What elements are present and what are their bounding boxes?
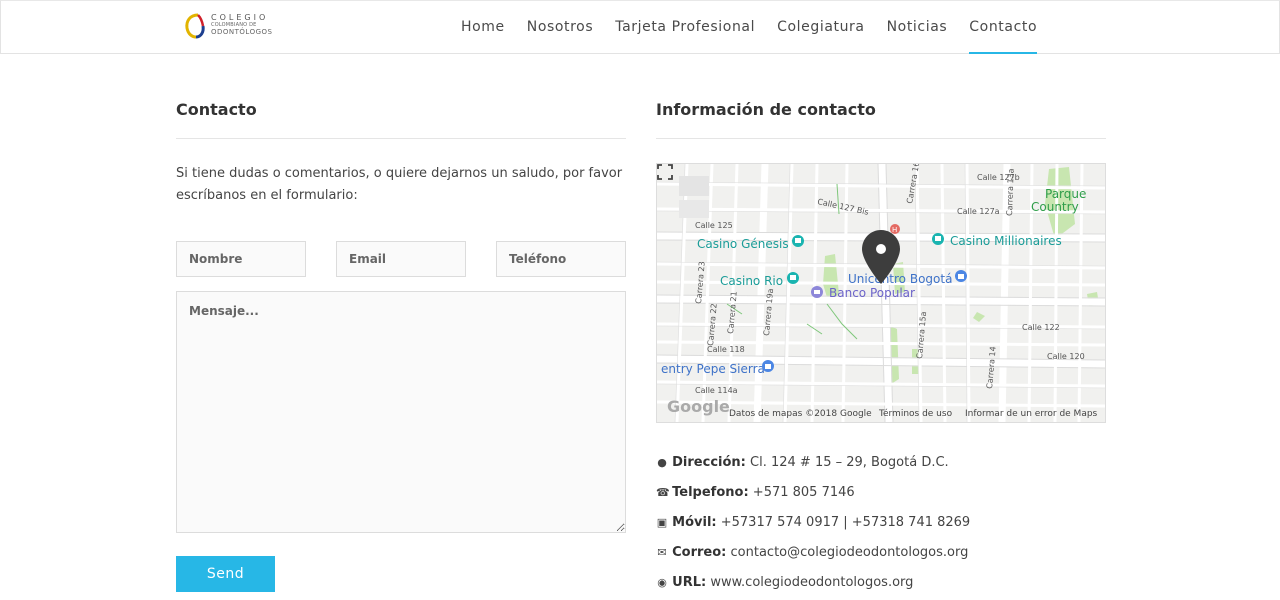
main-nav: Home Nosotros Tarjeta Profesional Colegi… — [461, 1, 1059, 55]
street-label: Calle 125 — [695, 221, 733, 230]
phone-label: Telpefono: — [672, 485, 749, 500]
url-label: URL: — [672, 575, 707, 590]
poi-label: Casino Rio — [720, 274, 783, 288]
mobile-value: +57317 574 0917 | +57318 741 8269 — [720, 515, 971, 530]
map-building — [679, 200, 709, 218]
email-row: ✉ Correo: contacto@colegiodeodontologos.… — [656, 545, 968, 560]
poi-casino-millionaires[interactable]: Casino Millionaires — [932, 233, 1062, 248]
phone-value: +571 805 7146 — [752, 485, 855, 500]
map-footer: Datos de mapas ©2018 Google Términos de … — [657, 406, 1105, 422]
street-label: Calle 122 — [1022, 323, 1060, 332]
map-marker-icon: ● — [657, 456, 667, 469]
info-heading: Información de contacto — [656, 100, 876, 119]
map-building — [679, 176, 709, 196]
site-header: COLEGIO COLOMBIANO DE ODONTÓLOGOS Home N… — [0, 0, 1280, 54]
map-terms-link[interactable]: Términos de uso — [879, 409, 952, 419]
mobile-row: ▣ Móvil: +57317 574 0917 | +57318 741 82… — [656, 515, 970, 530]
url-value[interactable]: www.colegiodeodontologos.org — [710, 575, 913, 590]
nav-colegiatura[interactable]: Colegiatura — [777, 1, 865, 54]
logo-line-3: ODONTÓLOGOS — [211, 28, 273, 36]
poi-label: Casino Génesis — [697, 237, 789, 251]
email-label: Correo: — [672, 545, 727, 560]
street-label: Calle 127a — [957, 207, 1000, 216]
address-value: Cl. 124 # 15 – 29, Bogotá D.C. — [750, 455, 949, 470]
poi-label: Casino Millionaires — [950, 234, 1062, 248]
logo-text: COLEGIO COLOMBIANO DE ODONTÓLOGOS — [211, 13, 286, 36]
poi-pepe-sierra[interactable]: entry Pepe Sierra — [661, 360, 774, 376]
fullscreen-icon[interactable] — [657, 164, 673, 180]
phone-row: ☎ Telpefono: +571 805 7146 — [656, 485, 855, 500]
contact-intro: Si tiene dudas o comentarios, o quiere d… — [176, 166, 623, 203]
poi-label: entry Pepe Sierra — [661, 362, 765, 376]
nav-noticias[interactable]: Noticias — [887, 1, 948, 54]
mobile-icon: ▣ — [656, 516, 668, 529]
phone-input[interactable] — [496, 241, 626, 277]
poi-unicentro[interactable]: Unicentro Bogotá — [848, 270, 967, 286]
logo-line-1: COLEGIO — [211, 13, 269, 22]
poi-hospital[interactable]: H — [890, 224, 900, 234]
address-row: ● Dirección: Cl. 124 # 15 – 29, Bogotá D… — [656, 455, 949, 470]
url-row: ◉ URL: www.colegiodeodontologos.org — [656, 575, 913, 590]
nav-nosotros[interactable]: Nosotros — [527, 1, 594, 54]
site-logo[interactable]: COLEGIO COLOMBIANO DE ODONTÓLOGOS — [184, 11, 284, 41]
email-value[interactable]: contacto@colegiodeodontologos.org — [731, 545, 969, 560]
logo-mark-icon — [185, 13, 205, 39]
svg-text:H: H — [892, 226, 897, 234]
location-map[interactable]: Casino Génesis Casino Rio Casino Million… — [656, 163, 1106, 423]
send-button[interactable]: Send — [176, 556, 275, 592]
nav-tarjeta-profesional[interactable]: Tarjeta Profesional — [615, 1, 755, 54]
street-label: Carrera 13a — [1005, 168, 1016, 216]
contact-divider — [176, 138, 626, 139]
map-label-park: Parque — [1045, 187, 1086, 201]
info-divider — [656, 138, 1106, 139]
name-input[interactable] — [176, 241, 306, 277]
mobile-label: Móvil: — [672, 515, 717, 530]
map-data-credit: Datos de mapas ©2018 Google — [729, 409, 872, 419]
map-canvas[interactable]: Casino Génesis Casino Rio Casino Million… — [657, 164, 1105, 422]
phone-icon: ☎ — [656, 486, 670, 499]
street-label: Calle 120 — [1047, 352, 1085, 361]
email-input[interactable] — [336, 241, 466, 277]
globe-icon: ◉ — [657, 576, 667, 589]
message-textarea[interactable] — [176, 291, 626, 533]
contact-heading: Contacto — [176, 100, 257, 119]
poi-label: Unicentro Bogotá — [848, 272, 952, 286]
nav-contacto[interactable]: Contacto — [969, 1, 1038, 54]
address-label: Dirección: — [672, 455, 746, 470]
poi-label: Banco Popular — [829, 286, 915, 300]
map-label-park: Country — [1031, 200, 1079, 214]
poi-casino-genesis[interactable]: Casino Génesis — [697, 235, 804, 251]
map-report-link[interactable]: Informar de un error de Maps — [965, 409, 1097, 419]
street-label: Calle 114a — [695, 386, 738, 395]
nav-home[interactable]: Home — [461, 1, 505, 54]
envelope-icon: ✉ — [657, 546, 667, 559]
